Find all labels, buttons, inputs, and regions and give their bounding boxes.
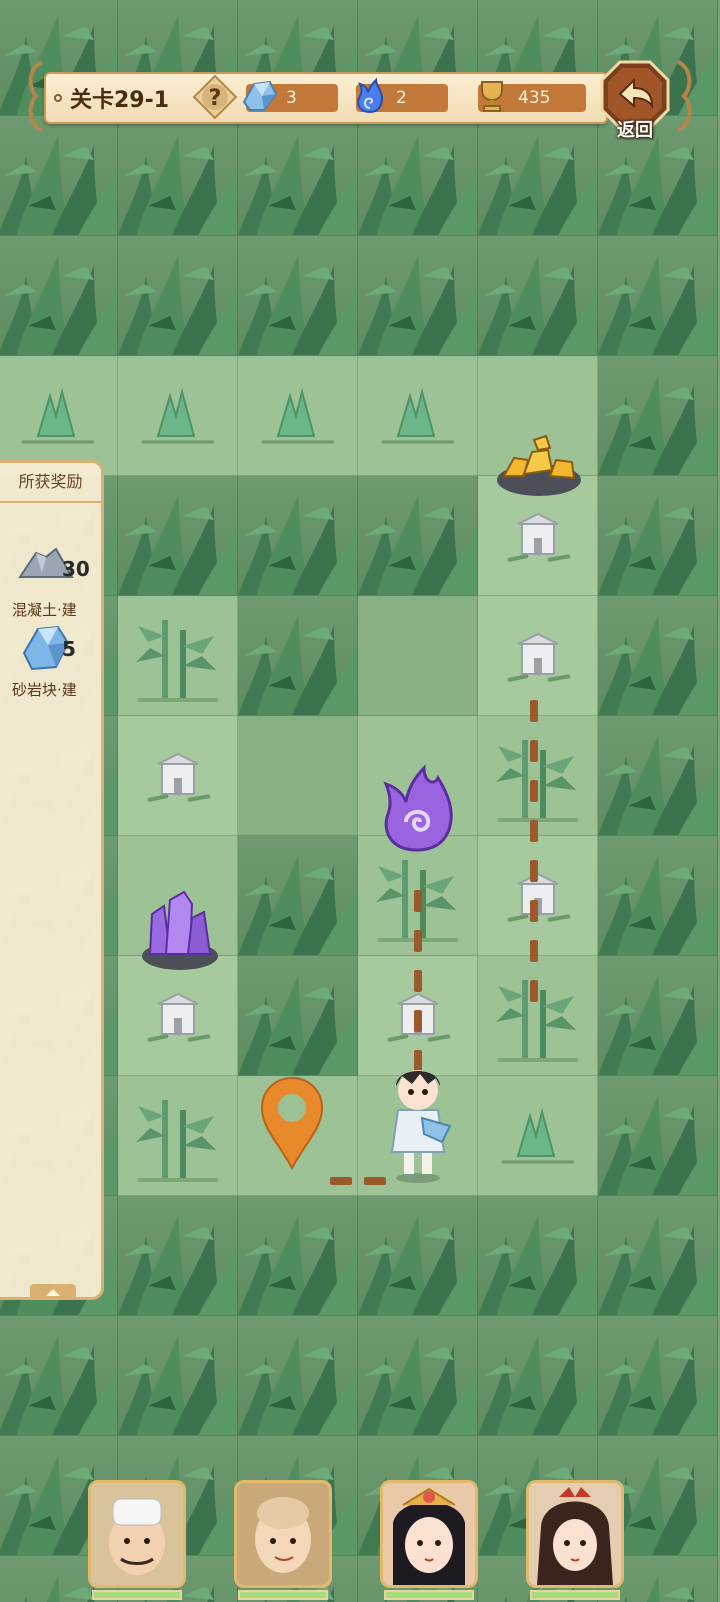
hero-card-2[interactable]	[228, 1480, 338, 1600]
crystal-count: 3	[286, 88, 297, 108]
reward-count: 30	[62, 557, 90, 581]
hero-scholar-portrait	[88, 1480, 186, 1588]
trophy-count: 435	[518, 88, 551, 108]
hero-card-4[interactable]	[520, 1480, 630, 1600]
collapse-panel-button[interactable]	[30, 1284, 76, 1300]
level-label: 关卡29-1	[70, 88, 170, 113]
hero-empress-portrait	[380, 1480, 478, 1588]
blue-flame-icon	[350, 76, 390, 116]
hero-swordswoman-portrait	[526, 1480, 624, 1588]
gold-ore-icon[interactable]	[494, 430, 584, 500]
rewards-title: 所获奖励	[0, 463, 101, 503]
player-character[interactable]	[376, 1056, 460, 1184]
game-stage: { "header": { "level": "关卡29-1", "help_s…	[0, 0, 720, 1602]
amethyst-crystal-icon[interactable]	[138, 884, 222, 972]
bar-left-ornament	[28, 60, 44, 132]
level-dot-icon	[54, 94, 62, 102]
reward-item-sandstone: 5 砂岩块·建	[0, 623, 100, 713]
hero-card-1[interactable]	[82, 1480, 192, 1600]
hero-monk-portrait	[234, 1480, 332, 1588]
reward-name: 混凝土·建	[12, 601, 77, 619]
reward-item-concrete: 30 混凝土·建	[0, 543, 100, 633]
purple-flame-icon[interactable]	[376, 764, 458, 854]
crystal-shard-icon	[240, 76, 280, 116]
back-label: 返回	[617, 120, 653, 141]
trophy-resource: 435	[478, 81, 586, 112]
crystal-resource: 3	[242, 80, 338, 112]
reward-count: 5	[62, 637, 76, 661]
flame-resource: 2	[356, 77, 448, 114]
trophy-icon	[472, 76, 512, 116]
bar-right-ornament	[676, 60, 692, 132]
rewards-panel: 所获奖励 30 混凝土·建 5 砂岩块·建	[0, 460, 104, 1300]
help-button[interactable]: ?	[192, 74, 238, 120]
route-path	[0, 0, 720, 1602]
hero-hp-bar	[92, 1590, 182, 1600]
reward-name: 砂岩块·建	[12, 681, 77, 699]
top-bar: 关卡29-1 ? 3 2 435	[44, 72, 608, 124]
hero-hp-bar	[384, 1590, 474, 1600]
hero-hp-bar	[238, 1590, 328, 1600]
flame-count: 2	[396, 88, 407, 108]
help-icon: ?	[209, 86, 222, 111]
hero-hp-bar	[530, 1590, 620, 1600]
hero-card-3[interactable]	[374, 1480, 484, 1600]
map-grid	[0, 0, 720, 1602]
waypoint-marker-icon[interactable]	[258, 1076, 326, 1171]
